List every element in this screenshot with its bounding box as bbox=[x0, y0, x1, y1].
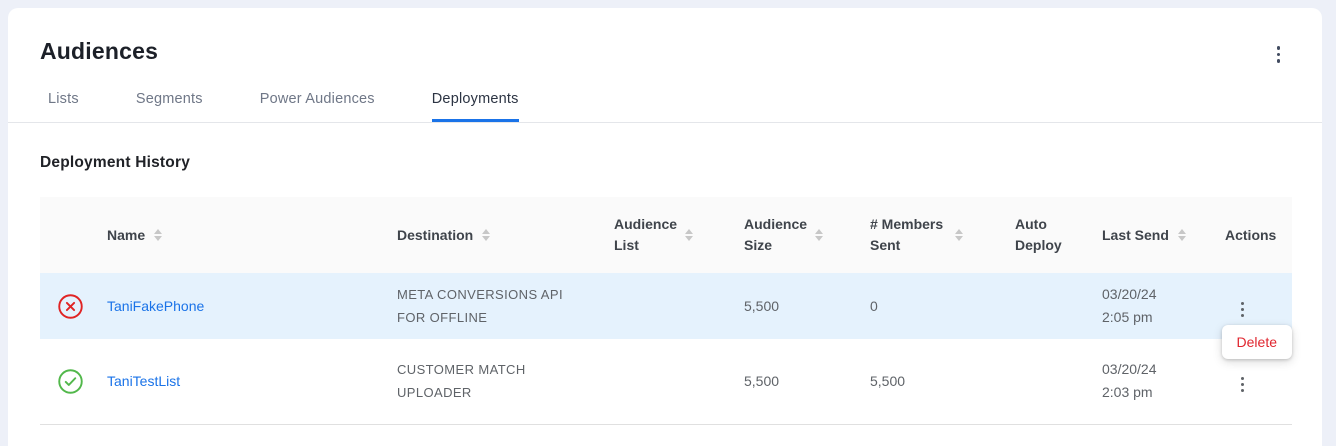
column-header-audience-list: Audience List bbox=[602, 197, 732, 273]
members-sent-cell: 0 bbox=[858, 273, 1003, 339]
card-header: Audiences Lists Segments Power Audiences… bbox=[8, 8, 1322, 122]
card-body: Deployment History Name Destination bbox=[8, 154, 1322, 425]
row-actions-kebab-icon[interactable] bbox=[1237, 373, 1248, 396]
table-row-tanifakephone[interactable]: TaniFakePhone META CONVERSIONS API FOR O… bbox=[40, 273, 1292, 339]
name-cell: TaniTestList bbox=[95, 339, 385, 424]
audiences-card: Audiences Lists Segments Power Audiences… bbox=[8, 8, 1322, 446]
sort-icon[interactable] bbox=[815, 229, 823, 241]
sort-icon[interactable] bbox=[154, 229, 162, 241]
success-status-icon bbox=[57, 368, 84, 395]
auto-deploy-cell bbox=[1003, 273, 1090, 339]
column-header-audience-size: Audience Size bbox=[732, 197, 858, 273]
error-status-icon bbox=[57, 293, 84, 320]
delete-menu-item[interactable]: Delete bbox=[1237, 334, 1277, 350]
page: Audiences Lists Segments Power Audiences… bbox=[0, 0, 1336, 446]
deployment-name-link[interactable]: TaniTestList bbox=[107, 373, 180, 389]
page-kebab-menu-icon[interactable] bbox=[1273, 42, 1285, 67]
sort-icon[interactable] bbox=[1178, 229, 1186, 241]
column-header-status bbox=[40, 197, 95, 273]
column-header-auto-deploy: Auto Deploy bbox=[1003, 197, 1090, 273]
auto-deploy-cell bbox=[1003, 339, 1090, 424]
deployment-name-link[interactable]: TaniFakePhone bbox=[107, 298, 204, 314]
tab-segments[interactable]: Segments bbox=[136, 91, 203, 122]
members-sent-cell: 5,500 bbox=[858, 339, 1003, 424]
status-cell bbox=[40, 273, 95, 339]
column-header-destination: Destination bbox=[385, 197, 602, 273]
table-row-tanitestlist[interactable]: TaniTestList CUSTOMER MATCH UPLOADER 5,5… bbox=[40, 339, 1292, 424]
audience-list-cell bbox=[602, 339, 732, 424]
audience-size-cell: 5,500 bbox=[732, 339, 858, 424]
column-header-last-send: Last Send bbox=[1090, 197, 1213, 273]
deployment-history-table: Name Destination Audience List Audi bbox=[40, 197, 1292, 425]
section-heading: Deployment History bbox=[40, 154, 1292, 172]
destination-cell: CUSTOMER MATCH UPLOADER bbox=[385, 339, 602, 424]
status-cell bbox=[40, 339, 95, 424]
audience-size-cell: 5,500 bbox=[732, 273, 858, 339]
last-send-cell: 03/20/24 2:05 pm bbox=[1090, 273, 1213, 339]
actions-cell: Delete bbox=[1213, 273, 1292, 339]
audience-list-cell bbox=[602, 273, 732, 339]
tabs-divider bbox=[8, 122, 1322, 123]
sort-icon[interactable] bbox=[955, 229, 963, 241]
tab-deployments[interactable]: Deployments bbox=[432, 91, 519, 122]
destination-cell: META CONVERSIONS API FOR OFFLINE bbox=[385, 273, 602, 339]
column-header-actions: Actions bbox=[1213, 197, 1292, 273]
actions-context-menu: Delete bbox=[1222, 325, 1292, 359]
page-title: Audiences bbox=[40, 38, 1282, 65]
tab-power-audiences[interactable]: Power Audiences bbox=[260, 91, 375, 122]
name-cell: TaniFakePhone bbox=[95, 273, 385, 339]
row-actions-kebab-icon[interactable] bbox=[1237, 298, 1248, 321]
column-header-members-sent: # Members Sent bbox=[858, 197, 1003, 273]
sort-icon[interactable] bbox=[685, 229, 693, 241]
tab-lists[interactable]: Lists bbox=[48, 91, 79, 122]
table-header-row: Name Destination Audience List Audi bbox=[40, 197, 1292, 273]
sort-icon[interactable] bbox=[482, 229, 490, 241]
tab-bar: Lists Segments Power Audiences Deploymen… bbox=[40, 91, 1282, 122]
column-header-name: Name bbox=[95, 197, 385, 273]
last-send-cell: 03/20/24 2:03 pm bbox=[1090, 339, 1213, 424]
